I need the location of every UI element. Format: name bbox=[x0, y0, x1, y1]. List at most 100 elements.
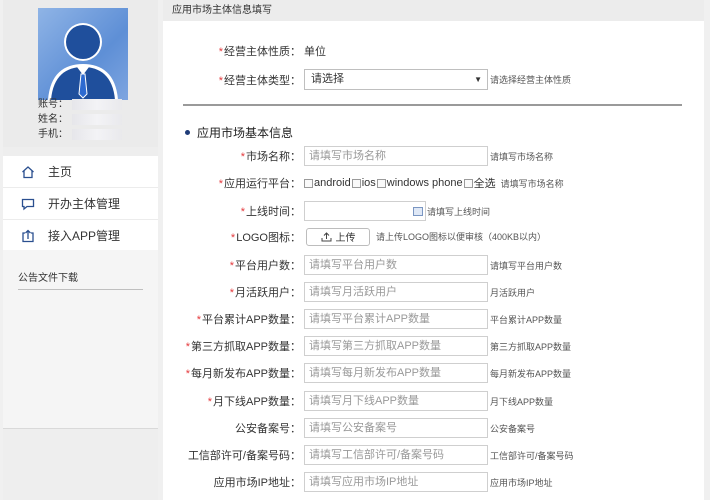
total-apps-input[interactable]: 请填写平台累计APP数量 bbox=[304, 309, 488, 329]
checkbox-android[interactable]: android bbox=[304, 177, 351, 189]
miit-license-control: 请填写工信部许可/备案号码 bbox=[304, 445, 488, 465]
entity-nature-value: 单位 bbox=[304, 46, 326, 58]
required-mark: * bbox=[196, 314, 201, 326]
checkbox-box bbox=[351, 178, 361, 188]
monthly-removed-apps-control: 请填写月下线APP数量 bbox=[304, 391, 488, 411]
logo-row: *LOGO图标： 上传 请上传LOGO图标以便审核（400KB以内） bbox=[163, 227, 704, 246]
monthly-removed-apps-label: *月下线APP数量： bbox=[207, 396, 301, 408]
divider bbox=[183, 104, 682, 106]
miit-license-input[interactable]: 请填写工信部许可/备案号码 bbox=[304, 445, 488, 465]
required-mark: * bbox=[207, 396, 212, 408]
monthly-new-apps-label: *每月新发布APP数量： bbox=[185, 368, 301, 380]
third-party-apps-label: *第三方抓取APP数量： bbox=[185, 341, 301, 353]
miit-license-label: 工信部许可/备案号码： bbox=[187, 450, 301, 462]
upload-box-icon bbox=[22, 229, 34, 242]
monthly-active-row: *月活跃用户： 请填写月活跃用户 月活跃用户 bbox=[163, 282, 704, 302]
market-name-label: *市场名称： bbox=[240, 151, 301, 163]
sidebar-item-entity-management[interactable]: 开办主体管理 bbox=[3, 188, 158, 220]
total-apps-row: *平台累计APP数量： 请填写平台累计APP数量 平台累计APP数量 bbox=[163, 309, 704, 329]
total-apps-control: 请填写平台累计APP数量 bbox=[304, 309, 488, 329]
required-mark: * bbox=[218, 74, 223, 87]
redacted-value bbox=[72, 114, 122, 125]
monthly-new-apps-control: 请填写每月新发布APP数量 bbox=[304, 363, 488, 383]
monthly-active-input[interactable]: 请填写月活跃用户 bbox=[304, 282, 488, 302]
market-ip-input[interactable]: 请填写应用市场IP地址 bbox=[304, 472, 488, 492]
police-record-input[interactable]: 请填写公安备案号 bbox=[304, 418, 488, 438]
entity-type-row: *经营主体类型： 请选择 ▼ 请选择经营主体性质 bbox=[163, 69, 704, 90]
total-apps-label: *平台累计APP数量： bbox=[196, 314, 301, 326]
checkbox-box bbox=[304, 178, 313, 188]
market-name-row: *市场名称： 请填写市场名称 请填写市场名称 bbox=[163, 146, 704, 166]
notice-panel: 公告文件下载 bbox=[3, 250, 158, 428]
entity-type-label: *经营主体类型： bbox=[218, 74, 301, 87]
checkbox-ios[interactable]: ios bbox=[351, 177, 376, 189]
online-time-control: 请填写上线时间 bbox=[304, 201, 490, 221]
third-party-apps-input[interactable]: 请填写第三方抓取APP数量 bbox=[304, 336, 488, 356]
account-label: 账号： bbox=[38, 99, 68, 110]
platform-checkboxes: android ios windows phone 全选 请填写市场名称 bbox=[304, 175, 564, 191]
required-mark: * bbox=[185, 368, 190, 380]
redacted-value bbox=[72, 99, 122, 110]
sidebar-item-app-access[interactable]: 接入APP管理 bbox=[3, 220, 158, 252]
miit-license-hint: 工信部许可/备案号码 bbox=[490, 450, 574, 461]
sidebar-item-home[interactable]: 主页 bbox=[3, 156, 158, 188]
online-time-row: *上线时间： 请填写上线时间 bbox=[163, 201, 704, 221]
required-mark: * bbox=[229, 260, 234, 272]
logo-control: 上传 请上传LOGO图标以便审核（400KB以内） bbox=[306, 227, 547, 246]
market-name-hint: 请填写市场名称 bbox=[490, 151, 554, 162]
monthly-removed-apps-hint: 月下线APP数量 bbox=[490, 396, 554, 407]
platform-users-hint: 请填写平台用户数 bbox=[490, 260, 563, 271]
entity-nature-label: *经营主体性质： bbox=[218, 46, 301, 58]
third-party-apps-control: 请填写第三方抓取APP数量 bbox=[304, 336, 488, 356]
notice-title[interactable]: 公告文件下载 bbox=[18, 269, 143, 290]
checkbox-box bbox=[376, 178, 386, 188]
monthly-removed-apps-input[interactable]: 请填写月下线APP数量 bbox=[304, 391, 488, 411]
panel-header: 应用市场主体信息填写 bbox=[163, 0, 704, 21]
monthly-active-control: 请填写月活跃用户 bbox=[304, 282, 488, 302]
monthly-new-apps-hint: 每月新发布APP数量 bbox=[490, 368, 572, 379]
entity-type-select[interactable]: 请选择 ▼ bbox=[304, 69, 488, 90]
market-ip-hint: 应用市场IP地址 bbox=[490, 477, 553, 488]
monthly-new-apps-input[interactable]: 请填写每月新发布APP数量 bbox=[304, 363, 488, 383]
upload-button[interactable]: 上传 bbox=[306, 227, 370, 246]
home-icon bbox=[22, 165, 34, 178]
chat-icon bbox=[21, 198, 35, 210]
checkbox-box bbox=[463, 178, 473, 188]
user-info: 账号： 姓名： 手机： bbox=[38, 97, 122, 142]
entity-type-control: 请选择 ▼ bbox=[304, 69, 488, 90]
sidebar-item-label: 开办主体管理 bbox=[48, 197, 121, 211]
monthly-active-hint: 月活跃用户 bbox=[490, 287, 536, 298]
platform-users-row: *平台用户数： 请填写平台用户数 请填写平台用户数 bbox=[163, 255, 704, 275]
monthly-active-label: *月活跃用户： bbox=[229, 287, 301, 299]
police-record-hint: 公安备案号 bbox=[490, 423, 536, 434]
required-mark: * bbox=[218, 46, 223, 58]
required-mark: * bbox=[240, 151, 245, 163]
required-mark: * bbox=[185, 341, 190, 353]
required-mark: * bbox=[240, 206, 245, 218]
checkbox-windows-phone[interactable]: windows phone bbox=[376, 177, 463, 189]
online-time-input[interactable] bbox=[304, 201, 426, 221]
platform-hint: 请填写市场名称 bbox=[500, 178, 564, 189]
checkbox-select-all[interactable]: 全选 bbox=[463, 175, 496, 191]
upload-icon bbox=[321, 231, 331, 241]
platform-users-control: 请填写平台用户数 bbox=[304, 255, 488, 275]
user-silhouette-icon bbox=[48, 23, 118, 100]
entity-type-hint: 请选择经营主体性质 bbox=[490, 75, 572, 85]
avatar bbox=[38, 8, 128, 100]
calendar-icon[interactable] bbox=[413, 207, 423, 216]
third-party-apps-row: *第三方抓取APP数量： 请填写第三方抓取APP数量 第三方抓取APP数量 bbox=[163, 336, 704, 356]
sidebar-item-label: 主页 bbox=[48, 165, 73, 179]
market-ip-control: 请填写应用市场IP地址 bbox=[304, 472, 488, 492]
platform-users-input[interactable]: 请填写平台用户数 bbox=[304, 255, 488, 275]
platform-users-label: *平台用户数： bbox=[229, 260, 301, 272]
market-name-input[interactable]: 请填写市场名称 bbox=[304, 146, 488, 166]
logo-hint: 请上传LOGO图标以便审核（400KB以内） bbox=[376, 232, 547, 242]
section-title: 应用市场基本信息 bbox=[185, 124, 293, 141]
platform-label: *应用运行平台： bbox=[218, 178, 301, 190]
bullet-dot-icon bbox=[185, 130, 190, 135]
monthly-removed-apps-row: *月下线APP数量： 请填写月下线APP数量 月下线APP数量 bbox=[163, 391, 704, 411]
user-card: 账号： 姓名： 手机： bbox=[3, 0, 158, 147]
required-mark: * bbox=[230, 231, 236, 244]
logo-label: *LOGO图标： bbox=[230, 231, 301, 244]
online-time-label: *上线时间： bbox=[240, 206, 301, 218]
